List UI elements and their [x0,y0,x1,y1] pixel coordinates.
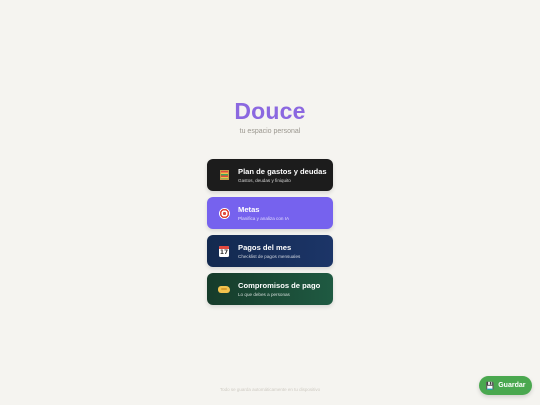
menu-card-title: Metas [238,204,260,214]
autosave-note: Todo se guarda automáticamente en tu dis… [219,387,321,392]
main-menu: Plan de gastos y deudas Gastos, deudas y… [207,159,333,311]
menu-card-description: Checklist de pagos mensuales [238,253,301,259]
handshake-icon [217,282,231,296]
floppy-disk-icon: 💾 [485,381,495,390]
calendar-icon [217,244,231,258]
app-title: Douce [234,98,306,124]
abacus-icon [217,168,231,182]
menu-card-plan-de-gastos[interactable]: Plan de gastos y deudas Gastos, deudas y… [207,159,333,191]
menu-card-title: Compromisos de pago [238,280,321,290]
app-subtitle: tu espacio personal [239,128,301,135]
menu-card-title: Plan de gastos y deudas [238,166,327,176]
target-icon [217,206,231,220]
save-button[interactable]: 💾 Guardar [479,376,532,395]
menu-card-description: Lo que debes a personas [238,291,290,297]
menu-card-metas[interactable]: Metas Planifica y analiza con IA [207,197,333,229]
menu-card-description: Planifica y analiza con IA [238,215,290,221]
menu-card-compromisos-de-pago[interactable]: Compromisos de pago Lo que debes a perso… [207,273,333,305]
menu-card-title: Pagos del mes [238,242,292,252]
save-button-label: Guardar [498,382,526,389]
menu-card-description: Gastos, deudas y finiquito [238,177,291,183]
menu-card-pagos-del-mes[interactable]: Pagos del mes Checklist de pagos mensual… [207,235,333,267]
